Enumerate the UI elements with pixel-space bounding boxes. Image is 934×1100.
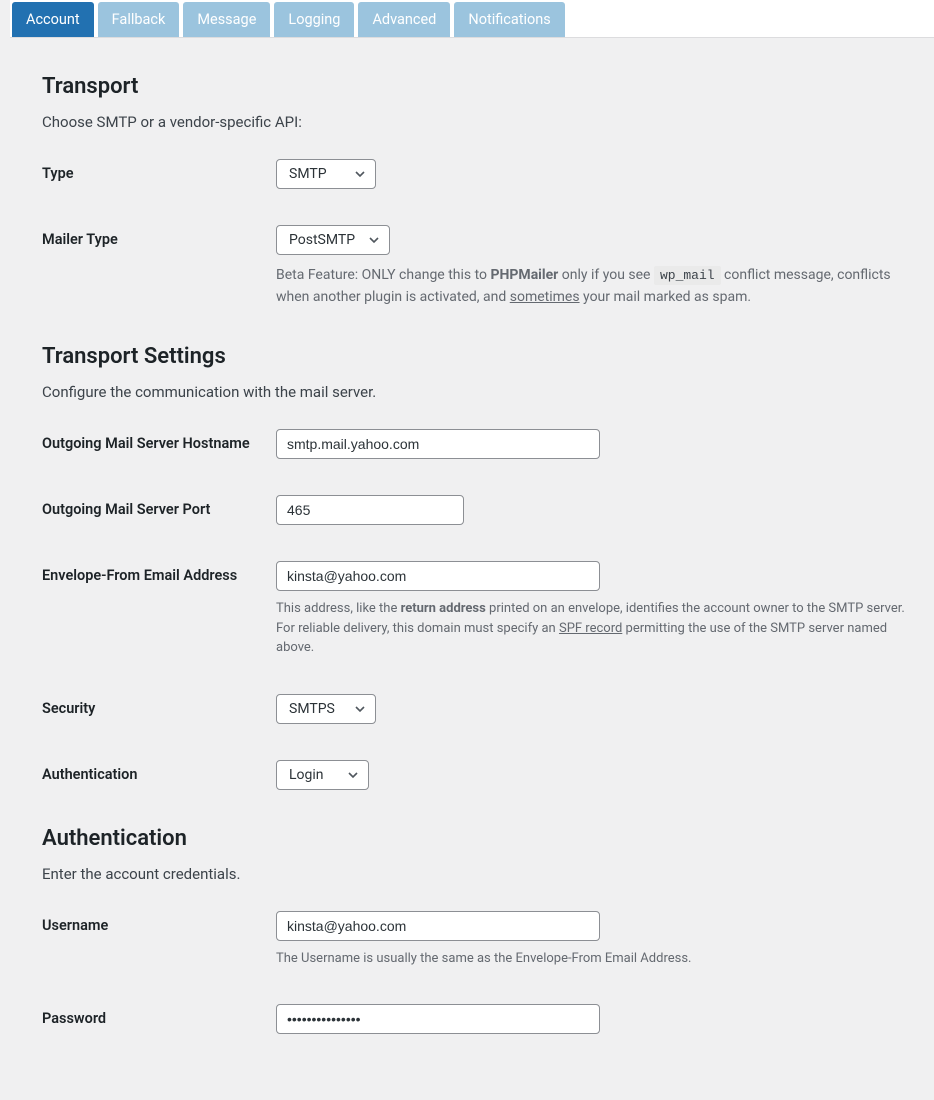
type-label: Type xyxy=(42,159,276,182)
port-input[interactable] xyxy=(276,495,464,525)
envelope-input[interactable] xyxy=(276,561,600,591)
username-label: Username xyxy=(42,911,276,934)
authentication-desc: Enter the account credentials. xyxy=(42,865,912,883)
mailer-type-value: PostSMTP xyxy=(276,225,390,255)
tab-notifications[interactable]: Notifications xyxy=(454,2,564,37)
transport-desc: Choose SMTP or a vendor-specific API: xyxy=(42,113,912,131)
tab-fallback[interactable]: Fallback xyxy=(98,2,180,37)
authentication-label: Authentication xyxy=(42,760,276,783)
sometimes-link[interactable]: sometimes xyxy=(510,289,580,305)
mailer-type-hint: Beta Feature: ONLY change this to PHPMai… xyxy=(276,265,912,308)
type-select[interactable]: SMTP xyxy=(276,159,376,189)
transport-heading: Transport xyxy=(42,74,912,99)
tabs-nav: Account Fallback Message Logging Advance… xyxy=(10,0,934,38)
wp-mail-code: wp_mail xyxy=(654,266,721,285)
tab-logging[interactable]: Logging xyxy=(274,2,354,37)
authentication-select[interactable]: Login xyxy=(276,760,369,790)
hostname-label: Outgoing Mail Server Hostname xyxy=(42,429,276,452)
tab-advanced[interactable]: Advanced xyxy=(358,2,450,37)
security-label: Security xyxy=(42,694,276,717)
mailer-type-label: Mailer Type xyxy=(42,225,276,248)
authentication-heading: Authentication xyxy=(42,826,912,851)
username-input[interactable] xyxy=(276,911,600,941)
type-value: SMTP xyxy=(276,159,376,189)
mailer-type-select[interactable]: PostSMTP xyxy=(276,225,390,255)
hostname-input[interactable] xyxy=(276,429,600,459)
security-select[interactable]: SMTPS xyxy=(276,694,376,724)
authentication-value: Login xyxy=(276,760,369,790)
transport-settings-desc: Configure the communication with the mai… xyxy=(42,383,912,401)
envelope-hint: This address, like the return address pr… xyxy=(276,599,912,658)
password-input[interactable] xyxy=(276,1004,600,1034)
security-value: SMTPS xyxy=(276,694,376,724)
tab-message[interactable]: Message xyxy=(183,2,270,37)
transport-settings-heading: Transport Settings xyxy=(42,344,912,369)
username-hint: The Username is usually the same as the … xyxy=(276,949,912,969)
port-label: Outgoing Mail Server Port xyxy=(42,495,276,518)
envelope-label: Envelope-From Email Address xyxy=(42,561,276,584)
spf-record-link[interactable]: SPF record xyxy=(559,621,622,636)
tab-account[interactable]: Account xyxy=(12,2,94,37)
